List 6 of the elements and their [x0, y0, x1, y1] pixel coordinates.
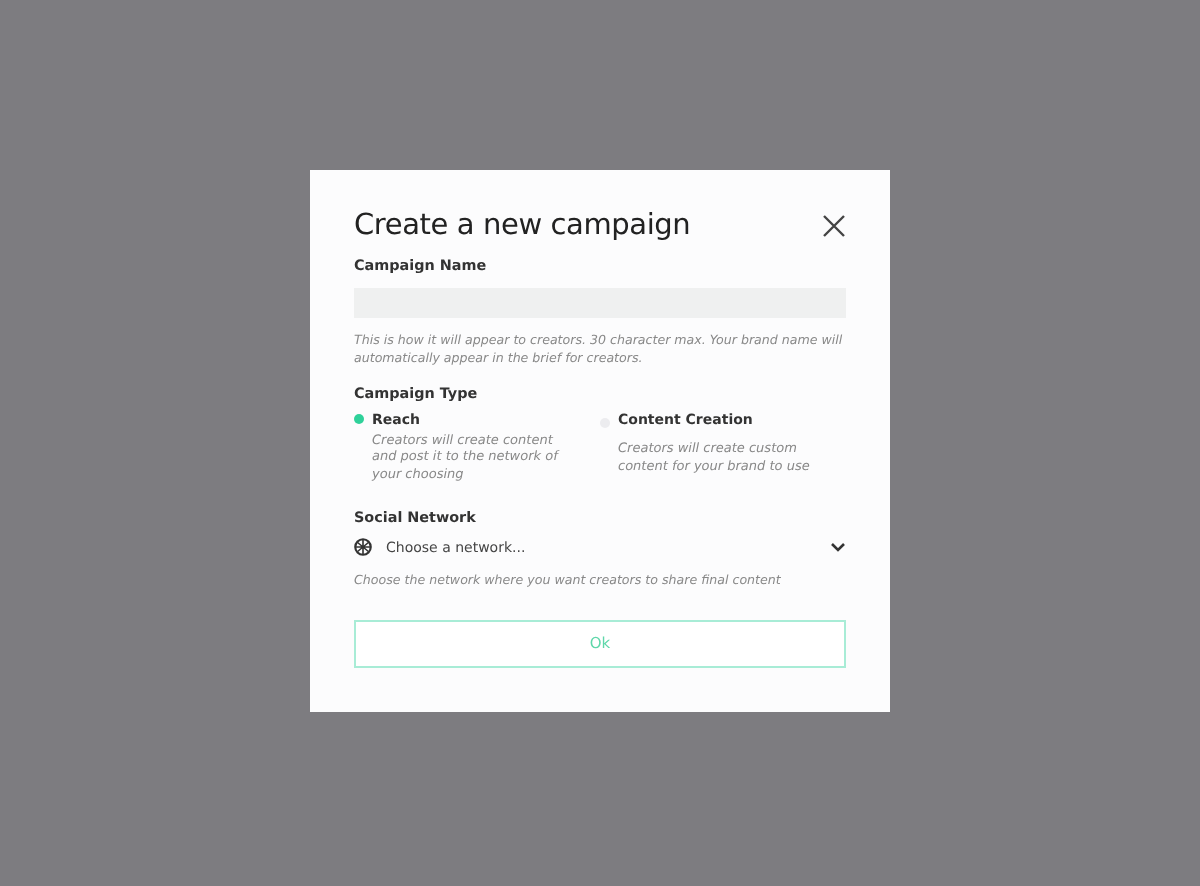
radio-dot[interactable] — [354, 414, 364, 425]
chevron-down-icon — [830, 542, 846, 553]
close-button[interactable] — [822, 214, 846, 238]
close-icon — [822, 214, 846, 238]
globe-icon — [354, 538, 372, 557]
dialog-title: Create a new campaign — [354, 210, 691, 242]
